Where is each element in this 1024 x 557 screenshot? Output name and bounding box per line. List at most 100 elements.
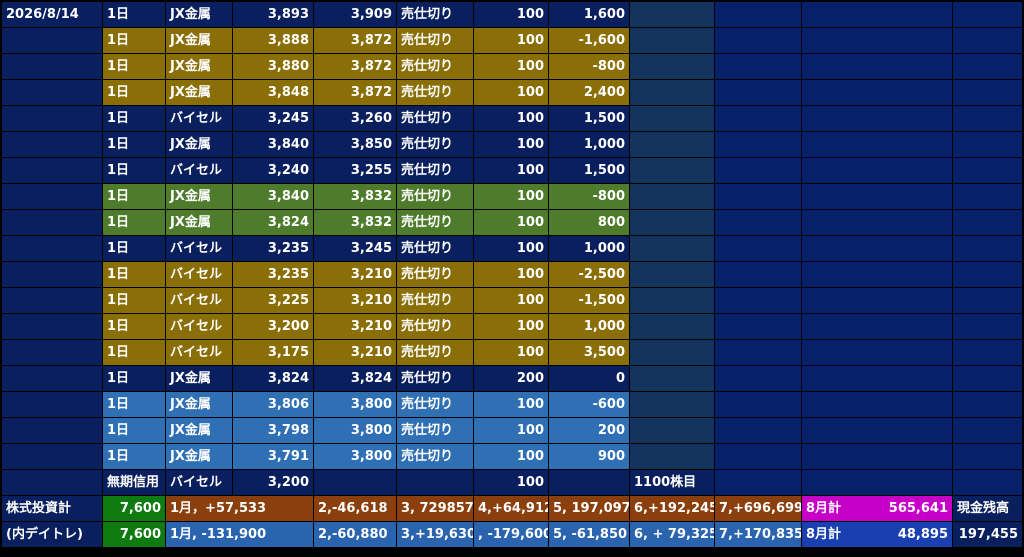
empty-cell[interactable] <box>2 236 102 261</box>
term-cell[interactable]: 1日 <box>103 314 165 339</box>
profit-cell[interactable]: 200 <box>549 418 629 443</box>
empty-cell[interactable] <box>715 184 801 209</box>
trade-type-cell[interactable]: 売仕切り <box>397 236 473 261</box>
sell-price-cell[interactable]: 3,800 <box>314 444 396 469</box>
trade-type-cell[interactable]: 売仕切り <box>397 392 473 417</box>
profit-cell[interactable]: 0 <box>549 366 629 391</box>
sell-price-cell[interactable]: 3,245 <box>314 236 396 261</box>
note-cell[interactable] <box>630 366 714 391</box>
empty-cell[interactable] <box>715 470 801 495</box>
trade-type-cell[interactable]: 売仕切り <box>397 262 473 287</box>
stock-name-cell[interactable]: JX金属 <box>166 210 232 235</box>
empty-cell[interactable] <box>2 210 102 235</box>
trade-type-cell[interactable]: 売仕切り <box>397 314 473 339</box>
empty-cell[interactable] <box>715 288 801 313</box>
note-cell[interactable]: 1100株目 <box>630 470 714 495</box>
empty-cell[interactable] <box>715 262 801 287</box>
sell-price-cell[interactable]: 3,872 <box>314 54 396 79</box>
term-cell[interactable]: 1日 <box>103 340 165 365</box>
empty-cell[interactable] <box>2 106 102 131</box>
quantity-cell[interactable]: 100 <box>474 184 548 209</box>
trade-type-cell[interactable]: 売仕切り <box>397 28 473 53</box>
empty-cell[interactable] <box>715 210 801 235</box>
empty-cell[interactable] <box>802 54 952 79</box>
stock-name-cell[interactable]: JX金属 <box>166 366 232 391</box>
empty-cell[interactable] <box>2 392 102 417</box>
month-1-result[interactable]: 1月, -131,900 <box>166 522 313 547</box>
empty-cell[interactable] <box>953 314 1022 339</box>
empty-cell[interactable] <box>2 444 102 469</box>
month-6-result[interactable]: 6, + 79,325 <box>630 522 714 547</box>
empty-cell[interactable] <box>715 54 801 79</box>
month-7-result[interactable]: 7,+170,835 <box>715 522 801 547</box>
empty-cell[interactable] <box>2 184 102 209</box>
empty-cell[interactable] <box>953 236 1022 261</box>
buy-price-cell[interactable]: 3,235 <box>233 236 313 261</box>
month-1-result[interactable]: 1月，+57,533 <box>166 496 313 521</box>
empty-cell[interactable] <box>2 366 102 391</box>
quantity-cell[interactable]: 100 <box>474 340 548 365</box>
empty-cell[interactable] <box>953 80 1022 105</box>
sell-price-cell[interactable]: 3,850 <box>314 132 396 157</box>
quantity-cell[interactable]: 100 <box>474 288 548 313</box>
buy-price-cell[interactable]: 3,840 <box>233 132 313 157</box>
trade-type-cell[interactable]: 売仕切り <box>397 184 473 209</box>
month-3-result[interactable]: 3,+19,630 <box>397 522 473 547</box>
trade-type-cell[interactable]: 売仕切り <box>397 418 473 443</box>
sell-price-cell[interactable] <box>314 470 396 495</box>
quantity-cell[interactable]: 100 <box>474 392 548 417</box>
quantity-cell[interactable]: 100 <box>474 106 548 131</box>
empty-cell[interactable] <box>953 444 1022 469</box>
month-4-result[interactable]: 4,+64,912 <box>474 496 548 521</box>
stock-name-cell[interactable]: JX金属 <box>166 444 232 469</box>
profit-cell[interactable]: 1,000 <box>549 132 629 157</box>
term-cell[interactable]: 1日 <box>103 418 165 443</box>
term-cell[interactable]: 1日 <box>103 106 165 131</box>
note-cell[interactable] <box>630 106 714 131</box>
empty-cell[interactable] <box>2 54 102 79</box>
buy-price-cell[interactable]: 3,880 <box>233 54 313 79</box>
summary-total[interactable]: 7,600 <box>103 522 165 547</box>
stock-name-cell[interactable]: JX金属 <box>166 54 232 79</box>
sell-price-cell[interactable]: 3,210 <box>314 314 396 339</box>
trade-type-cell[interactable]: 売仕切り <box>397 288 473 313</box>
quantity-cell[interactable]: 100 <box>474 444 548 469</box>
quantity-cell[interactable]: 100 <box>474 132 548 157</box>
note-cell[interactable] <box>630 444 714 469</box>
term-cell[interactable]: 1日 <box>103 54 165 79</box>
term-cell[interactable]: 1日 <box>103 2 165 27</box>
buy-price-cell[interactable]: 3,200 <box>233 314 313 339</box>
stock-name-cell[interactable]: JX金属 <box>166 28 232 53</box>
trade-type-cell[interactable]: 売仕切り <box>397 132 473 157</box>
empty-cell[interactable] <box>2 132 102 157</box>
note-cell[interactable] <box>630 158 714 183</box>
term-cell[interactable]: 1日 <box>103 28 165 53</box>
stock-name-cell[interactable]: バイセル <box>166 470 232 495</box>
empty-cell[interactable] <box>2 80 102 105</box>
empty-cell[interactable] <box>715 366 801 391</box>
month-total-cell[interactable]: 8月計 565,641 <box>802 496 952 521</box>
term-cell[interactable]: 1日 <box>103 184 165 209</box>
empty-cell[interactable] <box>802 470 952 495</box>
note-cell[interactable] <box>630 236 714 261</box>
buy-price-cell[interactable]: 3,240 <box>233 158 313 183</box>
empty-cell[interactable] <box>953 262 1022 287</box>
quantity-cell[interactable]: 100 <box>474 158 548 183</box>
stock-name-cell[interactable]: バイセル <box>166 288 232 313</box>
buy-price-cell[interactable]: 3,200 <box>233 470 313 495</box>
trade-type-cell[interactable]: 売仕切り <box>397 2 473 27</box>
profit-cell[interactable]: 900 <box>549 444 629 469</box>
stock-name-cell[interactable]: バイセル <box>166 340 232 365</box>
term-cell[interactable]: 1日 <box>103 444 165 469</box>
term-cell[interactable]: 1日 <box>103 262 165 287</box>
trade-type-cell[interactable]: 売仕切り <box>397 210 473 235</box>
sell-price-cell[interactable]: 3,800 <box>314 418 396 443</box>
note-cell[interactable] <box>630 54 714 79</box>
month-total-cell[interactable]: 8月計 48,895 <box>802 522 952 547</box>
buy-price-cell[interactable]: 3,798 <box>233 418 313 443</box>
empty-cell[interactable] <box>802 158 952 183</box>
empty-cell[interactable] <box>2 288 102 313</box>
empty-cell[interactable] <box>802 2 952 27</box>
quantity-cell[interactable]: 100 <box>474 28 548 53</box>
month-4-result[interactable]: , -179,600 <box>474 522 548 547</box>
